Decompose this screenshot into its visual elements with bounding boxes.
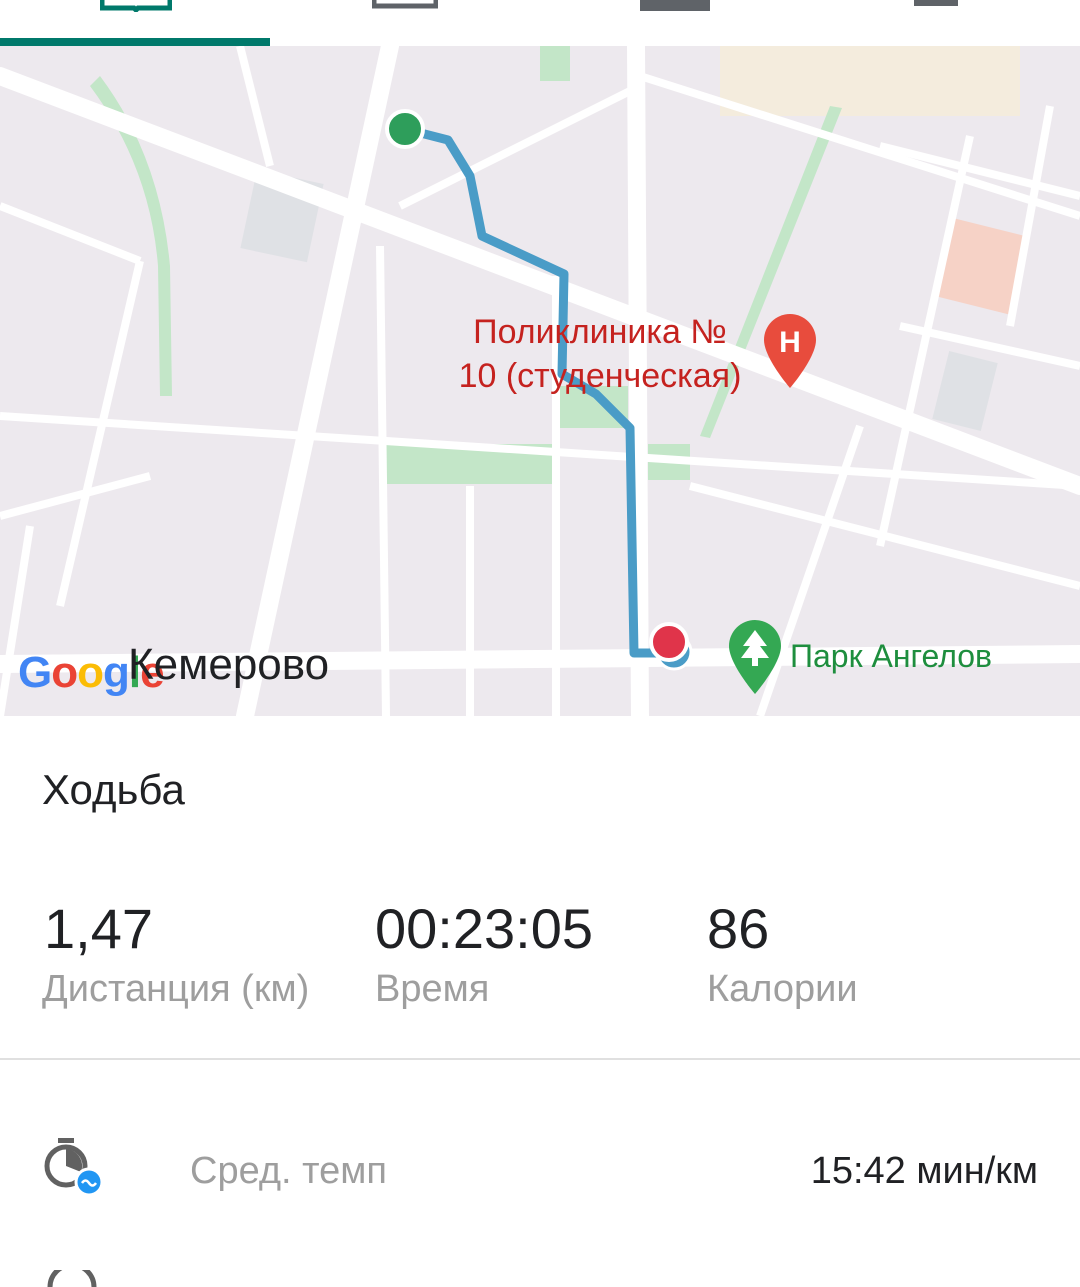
google-letter: o xyxy=(51,648,78,697)
time-value: 00:23:05 xyxy=(375,897,593,960)
tab-fourth[interactable] xyxy=(810,0,1080,46)
activity-title: Ходьба xyxy=(42,766,185,813)
menu-icon xyxy=(914,0,958,6)
tab-indicator xyxy=(0,38,270,46)
hospital-label-line2: 10 (студенческая) xyxy=(458,357,742,395)
time-label: Время xyxy=(375,968,490,1010)
book-icon xyxy=(100,0,172,12)
end-marker xyxy=(649,622,689,662)
divider xyxy=(0,1058,1080,1060)
avg-pace-value: 15:42 мин/км xyxy=(810,1150,1038,1192)
hospital-label-line1: Поликлиника № xyxy=(473,313,727,351)
start-marker xyxy=(385,109,425,149)
calendar-icon xyxy=(372,0,438,9)
calories-label: Калории xyxy=(707,968,858,1010)
pace-icon xyxy=(44,1138,104,1197)
calories-value: 86 xyxy=(707,897,770,960)
svg-text:H: H xyxy=(779,326,801,359)
tab-calendar[interactable] xyxy=(270,0,540,46)
tab-bar xyxy=(0,0,1080,46)
avg-pace-label: Сред. темп xyxy=(190,1150,387,1192)
distance-label: Дистанция (км) xyxy=(42,968,310,1010)
google-letter: g xyxy=(103,648,130,697)
distance-value: 1,47 xyxy=(44,897,153,960)
speed-icon xyxy=(47,1270,97,1287)
hospital-label: Поликлиника № 10 (студенческая) xyxy=(440,310,760,398)
tab-icon xyxy=(640,0,710,11)
park-label: Парк Ангелов xyxy=(790,638,993,674)
city-label: Кемерово xyxy=(128,640,330,689)
google-letter: G xyxy=(18,648,52,697)
google-letter: o xyxy=(77,648,104,697)
tab-third[interactable] xyxy=(540,0,810,46)
route-map[interactable]: H Поликлиника № 10 (студенческая) Парк А… xyxy=(0,46,1080,716)
